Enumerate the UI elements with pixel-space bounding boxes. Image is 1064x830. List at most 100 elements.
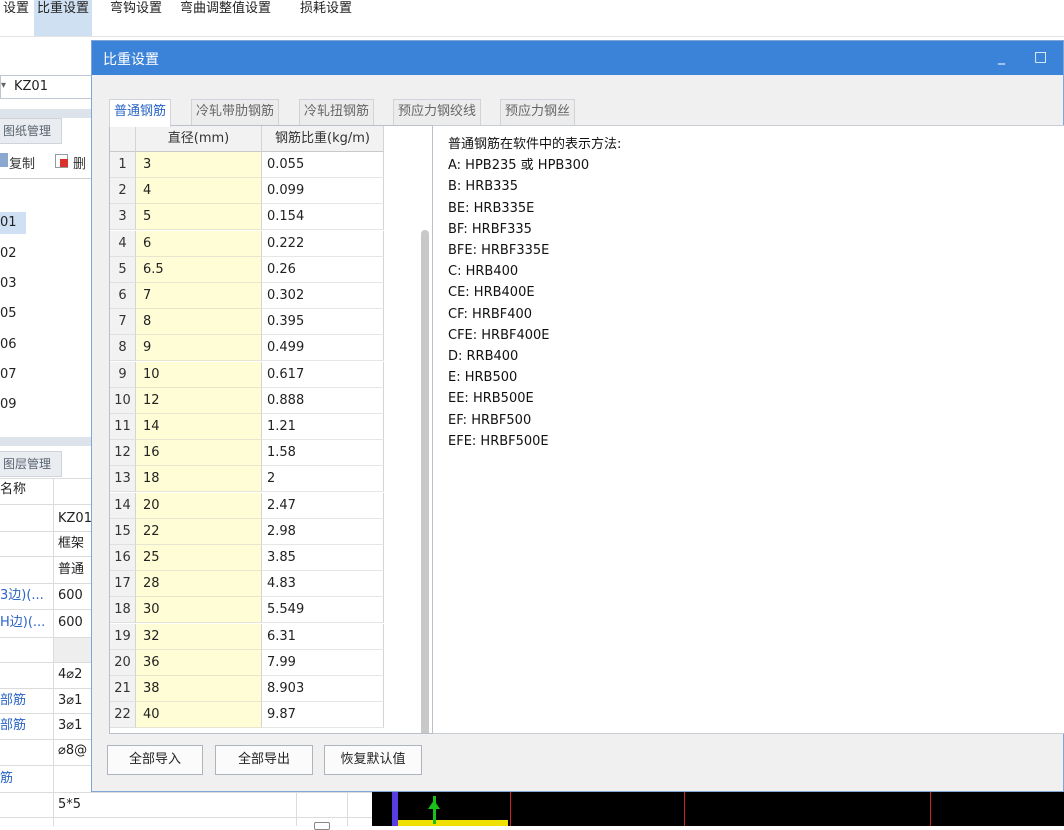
- diameter-cell[interactable]: 20: [136, 492, 262, 519]
- row-number[interactable]: 20: [110, 649, 136, 676]
- density-cell[interactable]: 0.222: [262, 230, 384, 257]
- tab-cold-rolled-ribbed[interactable]: 冷轧带肋钢筋: [191, 99, 280, 125]
- prop-value[interactable]: 600: [58, 586, 83, 606]
- density-cell[interactable]: 0.055: [262, 152, 384, 178]
- diameter-cell[interactable]: 4: [136, 178, 262, 205]
- density-cell[interactable]: 0.395: [262, 309, 384, 336]
- row-number[interactable]: 11: [110, 414, 136, 440]
- maximize-button[interactable]: □: [1034, 49, 1047, 65]
- density-cell[interactable]: 2.98: [262, 518, 384, 545]
- row-number[interactable]: 14: [110, 492, 136, 519]
- diameter-cell[interactable]: 12: [136, 387, 262, 414]
- checkbox[interactable]: [314, 822, 330, 830]
- row-number[interactable]: 9: [110, 361, 136, 388]
- prop-value[interactable]: KZ01: [58, 509, 92, 529]
- tab-floor-management[interactable]: 图层管理: [0, 451, 62, 477]
- tab-cold-rolled-twisted[interactable]: 冷轧扭钢筋: [299, 99, 375, 125]
- density-cell[interactable]: 7.99: [262, 649, 384, 676]
- diameter-cell[interactable]: 18: [136, 466, 262, 493]
- row-number[interactable]: 16: [110, 545, 136, 571]
- diameter-cell[interactable]: 30: [136, 597, 262, 624]
- prop-value[interactable]: 5*5: [58, 795, 81, 815]
- tab-prestressed-strand[interactable]: 预应力钢绞线: [393, 99, 482, 125]
- row-number[interactable]: 6: [110, 283, 136, 309]
- copy-icon[interactable]: [0, 153, 8, 167]
- delete-button[interactable]: 删: [73, 153, 86, 172]
- prop-value[interactable]: 3⌀1: [58, 691, 82, 711]
- density-cell[interactable]: 1.21: [262, 414, 384, 440]
- row-number[interactable]: 7: [110, 309, 136, 336]
- row-number[interactable]: 5: [110, 256, 136, 283]
- export-all-button[interactable]: 全部导出: [215, 745, 313, 775]
- density-cell[interactable]: 2: [262, 466, 384, 493]
- menu-item-loss-settings[interactable]: 损耗设置: [297, 0, 355, 36]
- density-cell[interactable]: 2.47: [262, 492, 384, 519]
- diameter-cell[interactable]: 14: [136, 414, 262, 440]
- row-number[interactable]: 3: [110, 204, 136, 231]
- diameter-cell[interactable]: 22: [136, 518, 262, 545]
- diameter-cell[interactable]: 5: [136, 204, 262, 231]
- import-all-button[interactable]: 全部导入: [107, 745, 203, 775]
- tree-item[interactable]: 09: [0, 394, 26, 416]
- prop-value[interactable]: 普通: [58, 560, 84, 580]
- menu-item-hook-settings[interactable]: 弯钩设置: [107, 0, 165, 36]
- prop-value[interactable]: 框架: [58, 534, 84, 554]
- density-cell[interactable]: 9.87: [262, 702, 384, 729]
- prop-value[interactable]: ⌀8@: [58, 741, 87, 761]
- row-number[interactable]: 4: [110, 230, 136, 257]
- diameter-cell[interactable]: 7: [136, 283, 262, 309]
- diameter-cell[interactable]: 16: [136, 440, 262, 467]
- density-cell[interactable]: 4.83: [262, 571, 384, 598]
- density-cell[interactable]: 0.617: [262, 361, 384, 388]
- density-cell[interactable]: 0.888: [262, 387, 384, 414]
- row-number[interactable]: 19: [110, 623, 136, 650]
- tree-item[interactable]: 05: [0, 303, 26, 325]
- diameter-cell[interactable]: 3: [136, 152, 262, 178]
- row-number[interactable]: 15: [110, 518, 136, 545]
- menu-item-settings[interactable]: 设置: [0, 0, 32, 36]
- row-number[interactable]: 17: [110, 571, 136, 598]
- table-header-density[interactable]: 钢筋比重(kg/m): [262, 126, 384, 152]
- diameter-cell[interactable]: 6: [136, 230, 262, 257]
- row-number[interactable]: 10: [110, 387, 136, 414]
- diameter-cell[interactable]: 25: [136, 545, 262, 571]
- menu-item-bend-adjust-settings[interactable]: 弯曲调整值设置: [177, 0, 274, 36]
- copy-button[interactable]: 复制: [9, 153, 35, 172]
- diameter-cell[interactable]: 6.5: [136, 256, 262, 283]
- diameter-cell[interactable]: 36: [136, 649, 262, 676]
- density-cell[interactable]: 0.499: [262, 335, 384, 362]
- diameter-cell[interactable]: 40: [136, 702, 262, 729]
- diameter-cell[interactable]: 28: [136, 571, 262, 598]
- density-cell[interactable]: 0.26: [262, 256, 384, 283]
- density-cell[interactable]: 8.903: [262, 676, 384, 702]
- tree-item[interactable]: 07: [0, 364, 26, 386]
- row-number[interactable]: 13: [110, 466, 136, 493]
- density-cell[interactable]: 3.85: [262, 545, 384, 571]
- tab-prestressed-wire[interactable]: 预应力钢丝: [500, 99, 576, 125]
- density-cell[interactable]: 0.154: [262, 204, 384, 231]
- row-number[interactable]: 21: [110, 676, 136, 702]
- row-number[interactable]: 1: [110, 152, 136, 178]
- table-scrollbar[interactable]: [421, 230, 429, 733]
- prop-value[interactable]: 600: [58, 613, 83, 633]
- diameter-cell[interactable]: 10: [136, 361, 262, 388]
- row-number[interactable]: 8: [110, 335, 136, 362]
- drawing-canvas[interactable]: [372, 792, 1064, 826]
- tree-item[interactable]: 02: [0, 243, 26, 265]
- tab-ordinary-rebar[interactable]: 普通钢筋: [109, 99, 172, 127]
- tree-item[interactable]: 01: [0, 212, 26, 234]
- dialog-title-bar[interactable]: 比重设置 _ □: [92, 41, 1063, 75]
- density-cell[interactable]: 5.549: [262, 597, 384, 624]
- prop-value[interactable]: 3⌀1: [58, 716, 82, 736]
- density-cell[interactable]: 1.58: [262, 440, 384, 467]
- density-cell[interactable]: 0.099: [262, 178, 384, 205]
- diameter-cell[interactable]: 38: [136, 676, 262, 702]
- row-number[interactable]: 12: [110, 440, 136, 467]
- diameter-cell[interactable]: 9: [136, 335, 262, 362]
- row-number[interactable]: 2: [110, 178, 136, 205]
- tab-drawing-management[interactable]: 图纸管理: [0, 118, 62, 144]
- row-number[interactable]: 18: [110, 597, 136, 624]
- diameter-cell[interactable]: 32: [136, 623, 262, 650]
- component-combo[interactable]: ▾ KZ01: [0, 75, 92, 99]
- tree-item[interactable]: 03: [0, 273, 26, 295]
